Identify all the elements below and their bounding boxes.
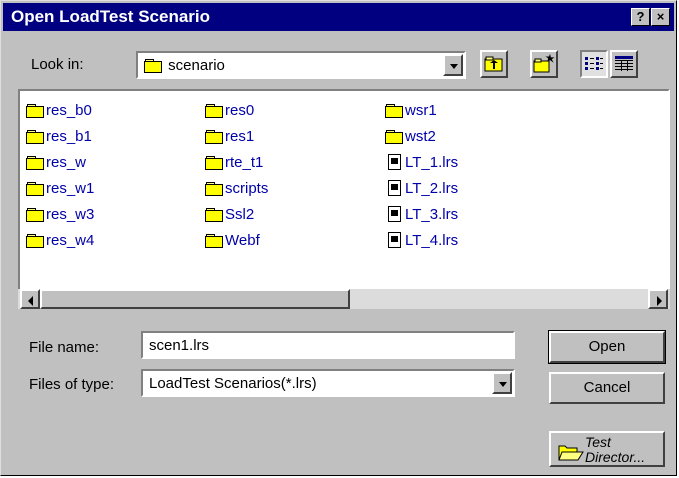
list-item[interactable]: res_w	[26, 153, 86, 173]
file-name-field[interactable]: scen1.lrs	[141, 331, 515, 359]
list-item[interactable]: res1	[205, 127, 254, 147]
folder-icon	[205, 234, 223, 248]
folder-icon	[385, 130, 403, 144]
list-item[interactable]: wsr1	[385, 101, 437, 121]
create-new-folder-button[interactable]	[530, 50, 558, 78]
open-dialog: Open LoadTest Scenario ? × Look in: scen…	[0, 0, 677, 476]
list-item[interactable]: scripts	[205, 179, 268, 199]
folder-icon	[26, 234, 44, 248]
list-item[interactable]: LT_4.lrs	[388, 231, 458, 251]
close-button[interactable]: ×	[651, 8, 670, 26]
test-director-button[interactable]: Test Director...	[549, 431, 665, 467]
dialog-title: Open LoadTest Scenario	[11, 7, 211, 26]
folder-icon	[205, 104, 223, 118]
folder-icon	[205, 156, 223, 170]
list-item[interactable]: res0	[205, 101, 254, 121]
look-in-value: scenario	[168, 57, 225, 74]
scenario-file-icon	[388, 180, 401, 196]
folder-icon	[26, 104, 44, 118]
look-in-value-wrap: scenario	[144, 57, 225, 74]
up-one-level-button[interactable]	[480, 50, 508, 78]
list-item[interactable]: LT_2.lrs	[388, 179, 458, 199]
folder-icon	[385, 104, 403, 118]
scroll-left-button[interactable]	[20, 289, 40, 309]
folder-icon	[26, 130, 44, 144]
cancel-button[interactable]: Cancel	[549, 372, 665, 404]
list-item[interactable]: res_w4	[26, 231, 94, 251]
folder-icon	[26, 208, 44, 222]
scroll-thumb[interactable]	[40, 289, 350, 309]
list-item[interactable]: Ssl2	[205, 205, 254, 225]
files-of-type-combo[interactable]: LoadTest Scenarios(*.lrs)	[141, 369, 515, 397]
files-of-type-value: LoadTest Scenarios(*.lrs)	[149, 375, 317, 392]
files-of-type-dropdown-button[interactable]	[492, 372, 512, 394]
help-button[interactable]: ?	[631, 8, 650, 26]
list-item[interactable]: res_w3	[26, 205, 94, 225]
details-view-button[interactable]	[610, 50, 638, 78]
title-bar[interactable]: Open LoadTest Scenario ? ×	[3, 3, 674, 31]
file-name-label: File name:	[29, 339, 100, 356]
folder-icon	[144, 59, 162, 73]
list-item[interactable]: LT_3.lrs	[388, 205, 458, 225]
list-item[interactable]: LT_1.lrs	[388, 153, 458, 173]
chevron-down-icon	[450, 64, 458, 69]
scenario-file-icon	[388, 232, 401, 248]
open-folder-icon	[558, 445, 584, 461]
files-of-type-label: Files of type:	[29, 376, 115, 393]
scenario-file-icon	[388, 206, 401, 222]
test-director-label: Test Director...	[585, 434, 646, 465]
details-view-icon	[615, 56, 633, 71]
folder-icon	[205, 130, 223, 144]
look-in-dropdown-button[interactable]	[443, 54, 463, 76]
list-view-icon	[585, 57, 603, 70]
list-item[interactable]: Webf	[205, 231, 260, 251]
folder-icon	[26, 156, 44, 170]
folder-icon	[205, 208, 223, 222]
list-item[interactable]: rte_t1	[205, 153, 263, 173]
open-button[interactable]: Open	[548, 330, 666, 364]
file-name-value: scen1.lrs	[149, 337, 210, 354]
up-folder-icon	[484, 56, 503, 72]
arrow-right-icon	[657, 296, 662, 306]
horizontal-scrollbar[interactable]	[18, 289, 670, 309]
new-folder-icon	[533, 53, 555, 73]
file-list[interactable]: res_b0 res_b1 res_w res_w1 res_w3 res_w4…	[18, 89, 670, 309]
chevron-down-icon	[499, 382, 507, 387]
scenario-file-icon	[388, 154, 401, 170]
list-item[interactable]: wst2	[385, 127, 436, 147]
look-in-label: Look in:	[31, 56, 84, 73]
look-in-combo[interactable]: scenario	[136, 51, 466, 79]
list-item[interactable]: res_w1	[26, 179, 94, 199]
list-item[interactable]: res_b0	[26, 101, 92, 121]
scroll-right-button[interactable]	[648, 289, 668, 309]
arrow-left-icon	[28, 296, 33, 306]
folder-icon	[205, 182, 223, 196]
list-view-button[interactable]	[580, 50, 608, 78]
folder-icon	[26, 182, 44, 196]
list-item[interactable]: res_b1	[26, 127, 92, 147]
